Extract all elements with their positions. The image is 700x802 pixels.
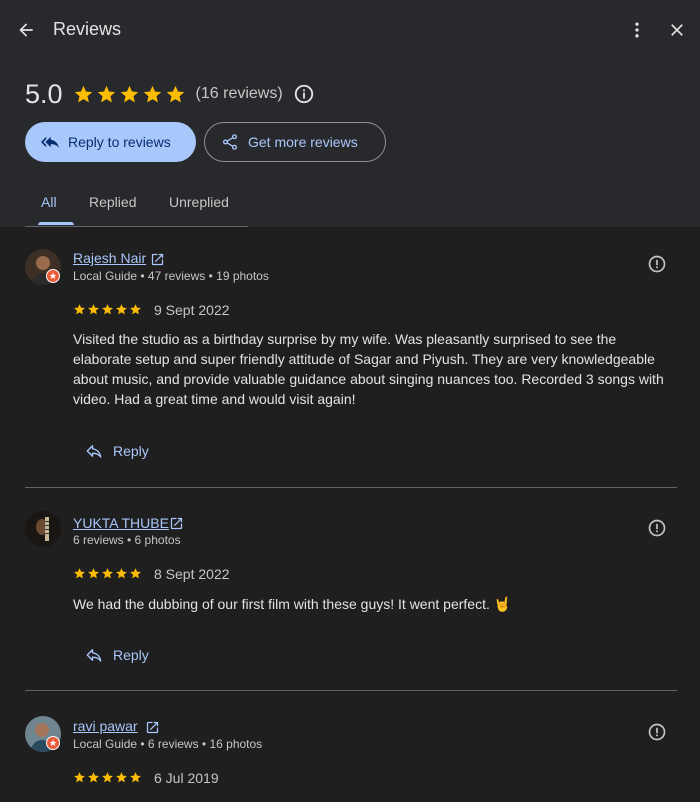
reviewer-name[interactable]: YUKTA THUBE xyxy=(73,515,169,531)
open-in-new-icon[interactable] xyxy=(169,516,184,531)
more-vert-icon xyxy=(635,22,639,38)
open-in-new-icon[interactable] xyxy=(145,720,160,735)
star-icon xyxy=(74,304,85,315)
report-icon xyxy=(648,723,666,741)
avatar[interactable] xyxy=(25,249,61,285)
star-icon xyxy=(116,772,127,783)
more-options-button[interactable] xyxy=(624,17,650,43)
reply-all-icon xyxy=(41,136,59,148)
info-button[interactable] xyxy=(293,83,315,105)
reply-to-reviews-button[interactable]: Reply to reviews xyxy=(25,122,196,162)
reply-icon xyxy=(86,445,102,458)
info-icon xyxy=(294,84,313,104)
tab-all[interactable]: All xyxy=(41,194,57,210)
star-icon xyxy=(88,772,99,783)
review-stars xyxy=(73,771,142,784)
star-icon xyxy=(116,568,127,579)
active-tab-indicator xyxy=(38,222,74,225)
review-text: We had the dubbing of our first film wit… xyxy=(73,596,512,612)
top-bar: Reviews xyxy=(0,0,700,60)
get-more-reviews-button[interactable]: Get more reviews xyxy=(204,122,386,162)
close-button[interactable] xyxy=(664,17,690,43)
reviewer-meta: Local Guide • 47 reviews • 19 photos xyxy=(73,269,269,283)
reviewer-meta: 6 reviews • 6 photos xyxy=(73,533,181,547)
review-count: (16 reviews) xyxy=(195,85,283,102)
report-icon xyxy=(648,519,666,537)
star-icon xyxy=(130,772,141,783)
rating-stars xyxy=(73,84,186,105)
star-icon xyxy=(88,304,99,315)
report-icon xyxy=(648,255,666,273)
tab-unreplied[interactable]: Unreplied xyxy=(169,194,229,210)
reviewer-name[interactable]: ravi pawar xyxy=(73,718,138,734)
reviewer-meta: Local Guide • 6 reviews • 16 photos xyxy=(73,737,263,751)
avatar-photo xyxy=(25,511,61,547)
arrow-left-icon xyxy=(19,23,33,37)
star-icon xyxy=(88,568,99,579)
avatar[interactable] xyxy=(25,511,61,547)
review-date: 9 Sept 2022 xyxy=(154,302,230,318)
review-text: Visited the studio as a birthday surpris… xyxy=(73,331,664,407)
star-icon xyxy=(143,85,161,102)
tab-replied[interactable]: Replied xyxy=(89,194,136,210)
share-icon xyxy=(222,134,238,150)
back-button[interactable] xyxy=(12,16,40,44)
reply-icon xyxy=(86,649,102,662)
review-date: 8 Sept 2022 xyxy=(154,566,230,582)
review-date: 6 Jul 2019 xyxy=(154,770,219,786)
reply-label: Reply xyxy=(113,647,149,663)
star-icon xyxy=(120,85,138,102)
star-badge-icon xyxy=(49,739,57,746)
star-icon xyxy=(74,772,85,783)
star-icon xyxy=(102,304,113,315)
local-guide-badge xyxy=(46,269,60,283)
star-icon xyxy=(166,85,184,102)
reviewer-name[interactable]: Rajesh Nair xyxy=(73,250,146,266)
star-icon xyxy=(116,304,127,315)
review-divider xyxy=(25,690,677,691)
star-icon xyxy=(102,772,113,783)
reviews-header: Reviews 5.0 (16 reviews) Reply to review… xyxy=(0,0,700,227)
report-button[interactable] xyxy=(646,721,668,743)
star-icon xyxy=(130,568,141,579)
review-divider xyxy=(25,487,677,488)
review-tabs: All Replied Unreplied xyxy=(25,182,248,227)
star-icon xyxy=(130,304,141,315)
avatar[interactable] xyxy=(25,716,61,752)
star-badge-icon xyxy=(49,272,57,279)
close-icon xyxy=(671,24,683,36)
get-more-reviews-label: Get more reviews xyxy=(248,134,358,150)
review-stars xyxy=(73,303,142,316)
report-button[interactable] xyxy=(646,517,668,539)
open-in-new-icon[interactable] xyxy=(150,252,165,267)
star-icon xyxy=(97,85,115,102)
reply-to-reviews-label: Reply to reviews xyxy=(68,134,171,150)
reply-button[interactable]: Reply xyxy=(85,439,149,463)
reply-label: Reply xyxy=(113,443,149,459)
rating-summary: 5.0 (16 reviews) xyxy=(25,78,315,110)
report-button[interactable] xyxy=(646,253,668,275)
star-icon xyxy=(102,568,113,579)
local-guide-badge xyxy=(46,736,60,750)
star-icon xyxy=(74,568,85,579)
reply-button[interactable]: Reply xyxy=(85,643,149,667)
average-rating: 5.0 xyxy=(25,78,63,109)
page-title: Reviews xyxy=(53,19,122,39)
review-stars xyxy=(73,567,142,580)
star-icon xyxy=(74,85,92,102)
